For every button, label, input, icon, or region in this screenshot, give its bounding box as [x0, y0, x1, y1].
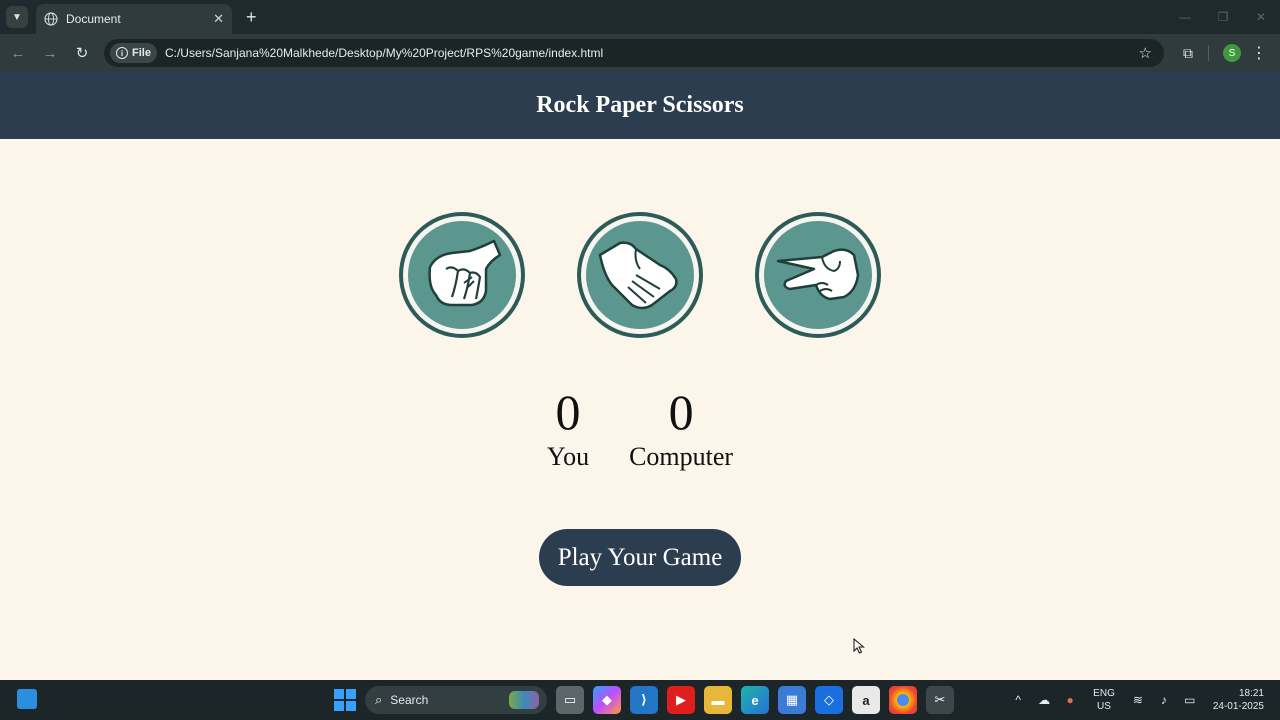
system-tray: ^ ☁ ● ENG US ≋ ♪ ▭ 18:21 24-01-2025	[1005, 680, 1280, 720]
choice-paper-ring	[581, 216, 699, 334]
language-indicator[interactable]: ENG US	[1093, 687, 1115, 713]
volume-icon[interactable]: ♪	[1151, 693, 1177, 707]
edge-icon[interactable]: e	[741, 686, 769, 714]
browser-tab-document[interactable]: Document ✕	[36, 4, 232, 34]
browser-tab-bar: ▼ Document ✕ + — ❐ ✕	[0, 0, 1280, 34]
taskbar-apps: ⌕ Search ▭ ◆ ⟩ ▶ ▬ e ▦ ◇ a ✂	[334, 684, 954, 716]
tab-close-icon[interactable]: ✕	[213, 11, 224, 27]
site-info-chip[interactable]: i File	[110, 43, 157, 63]
show-hidden-icons-icon[interactable]: ^	[1005, 693, 1031, 707]
choice-rock[interactable]	[399, 212, 525, 338]
toolbar-divider	[1208, 45, 1209, 61]
dropbox-icon[interactable]: ◇	[815, 686, 843, 714]
scissors-hand-icon	[776, 248, 860, 301]
wifi-icon[interactable]: ≋	[1125, 693, 1151, 707]
youtube-icon[interactable]: ▶	[667, 686, 695, 714]
new-tab-button[interactable]: +	[246, 8, 257, 26]
taskbar-search[interactable]: ⌕ Search	[365, 686, 547, 714]
amazon-icon[interactable]: a	[852, 686, 880, 714]
snipping-tool-icon[interactable]: ✂	[926, 686, 954, 714]
clock-date: 24-01-2025	[1212, 701, 1264, 712]
mouse-cursor-icon	[853, 638, 865, 654]
choice-paper-inner	[586, 221, 694, 329]
browser-toolbar: ← → ↻ i File C:/Users/Sanjana%20Malkhede…	[0, 34, 1280, 72]
page-title: Rock Paper Scissors	[536, 92, 744, 118]
extensions-puzzle-icon[interactable]: ⧉	[1174, 39, 1202, 67]
user-score-label: You	[546, 442, 590, 471]
computer-score-block: 0 Computer	[629, 384, 733, 474]
user-score-block: 0 You	[547, 384, 589, 474]
file-explorer-icon[interactable]: ▬	[704, 686, 732, 714]
clock[interactable]: 18:21 24-01-2025	[1213, 687, 1264, 713]
computer-score: 0	[668, 384, 694, 440]
task-view-icon[interactable]: ▭	[556, 686, 584, 714]
page-content: Rock Paper Scissors 0 You 0 Computer Pla…	[0, 72, 1280, 680]
lang-line2: US	[1097, 701, 1111, 712]
scoreboard: 0 You 0 Computer	[0, 384, 1280, 474]
chrome-icon[interactable]	[889, 686, 917, 714]
choices-container	[0, 212, 1280, 338]
address-bar[interactable]: i File C:/Users/Sanjana%20Malkhede/Deskt…	[104, 39, 1164, 67]
copilot-icon[interactable]: ◆	[593, 686, 621, 714]
globe-icon	[44, 12, 58, 26]
profile-avatar[interactable]: S	[1223, 44, 1241, 62]
choice-rock-ring	[403, 216, 521, 334]
vscode-icon[interactable]: ⟩	[630, 686, 658, 714]
forward-arrow-icon[interactable]: →	[36, 39, 64, 67]
search-highlight-art	[509, 691, 539, 709]
site-info-label: File	[132, 47, 151, 59]
clock-time: 18:21	[1238, 688, 1264, 699]
rock-fist-icon	[428, 239, 502, 307]
search-icon: ⌕	[375, 692, 383, 707]
paper-hand-icon	[598, 241, 678, 310]
message-button[interactable]: Play Your Game	[539, 529, 741, 586]
windows-taskbar: ⌕ Search ▭ ◆ ⟩ ▶ ▬ e ▦ ◇ a ✂ ^ ☁ ● ENG U…	[0, 680, 1280, 720]
info-icon: i	[116, 47, 128, 59]
user-score: 0	[555, 384, 581, 440]
back-arrow-icon[interactable]: ←	[4, 39, 32, 67]
choice-paper[interactable]	[577, 212, 703, 338]
window-controls: — ❐ ✕	[1166, 0, 1280, 34]
reload-icon[interactable]: ↻	[68, 39, 96, 67]
battery-icon[interactable]: ▭	[1177, 693, 1203, 707]
taskbar-search-label: Search	[390, 693, 429, 707]
browser-menu-icon[interactable]: ⋮	[1249, 43, 1269, 63]
bookmark-star-icon[interactable]: ☆	[1139, 44, 1152, 62]
choice-scissors[interactable]	[755, 212, 881, 338]
lang-line1: ENG	[1093, 688, 1115, 699]
microsoft-store-icon[interactable]: ▦	[778, 686, 806, 714]
close-window-icon[interactable]: ✕	[1242, 0, 1280, 34]
minimize-icon[interactable]: —	[1166, 0, 1204, 34]
computer-score-label: Computer	[629, 442, 734, 471]
url-text[interactable]: C:/Users/Sanjana%20Malkhede/Desktop/My%2…	[165, 46, 1139, 60]
tab-title: Document	[66, 12, 121, 26]
choice-rock-inner	[408, 221, 516, 329]
restore-icon[interactable]: ❐	[1204, 0, 1242, 34]
choice-scissors-inner	[764, 221, 872, 329]
tab-search-chevron-icon[interactable]: ▼	[6, 6, 28, 28]
start-windows-icon[interactable]	[334, 689, 356, 711]
widgets-icon[interactable]	[17, 689, 37, 709]
microphone-icon[interactable]: ●	[1057, 693, 1083, 707]
onedrive-cloud-icon[interactable]: ☁	[1031, 693, 1057, 707]
choice-scissors-ring	[759, 216, 877, 334]
page-header: Rock Paper Scissors	[0, 72, 1280, 139]
